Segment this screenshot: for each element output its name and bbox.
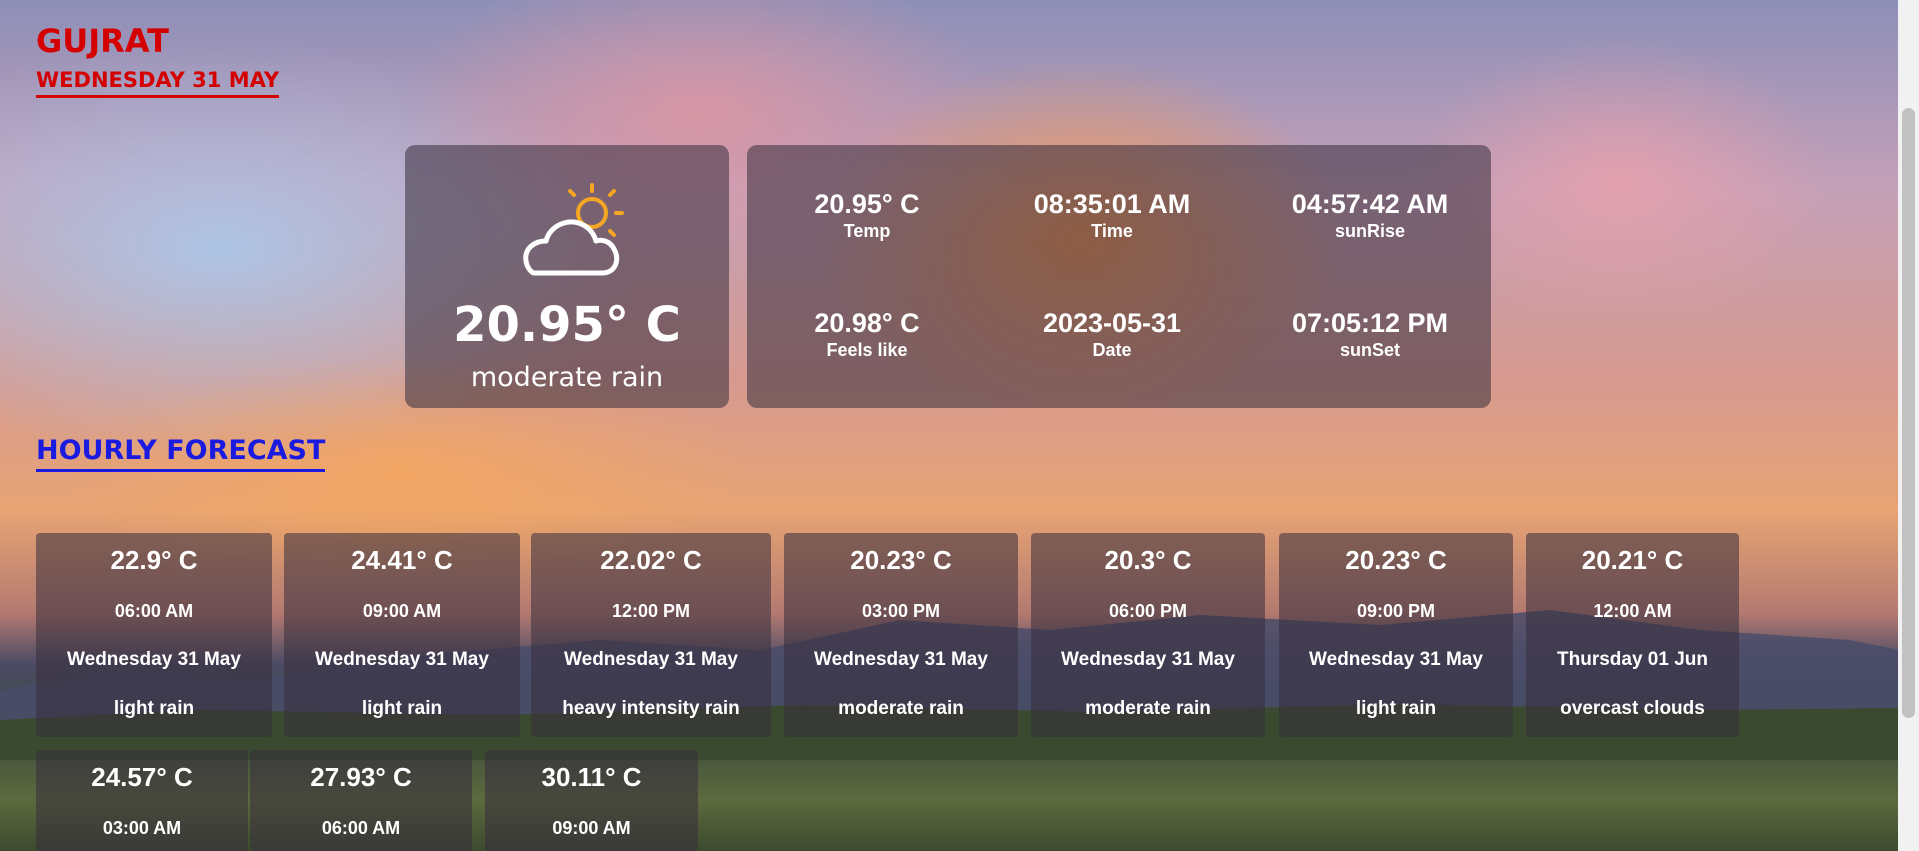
forecast-time: 09:00 AM [362,601,442,621]
detail-value: 2023-05-31 [1042,308,1182,338]
forecast-temp: 20.3° C [1104,545,1192,575]
forecast-description: heavy intensity rain [562,698,740,719]
forecast-card: 24.57° C 03:00 AM [36,750,248,851]
forecast-temp: 22.9° C [110,545,198,575]
forecast-time: 12:00 PM [611,601,691,621]
detail-value: 20.95° C [814,189,920,219]
current-description: moderate rain [470,362,664,393]
forecast-date: Wednesday 31 May [1061,649,1235,670]
forecast-time: 12:00 AM [1593,601,1672,621]
forecast-description: overcast clouds [1560,698,1705,719]
detail-time: 08:35:01 AM Time [992,189,1232,242]
city-name: GUJRAT [36,22,169,60]
forecast-temp: 27.93° C [310,762,412,792]
current-weather-card: 20.95° C moderate rain [405,145,729,408]
detail-date: 2023-05-31 Date [992,308,1232,361]
forecast-time: 09:00 AM [552,818,631,838]
detail-value: 08:35:01 AM [1033,189,1191,219]
partly-cloudy-icon [523,183,624,276]
forecast-card: 20.3° C 06:00 PM Wednesday 31 May modera… [1031,533,1265,737]
detail-label: Time [1091,221,1133,241]
forecast-date: Wednesday 31 May [814,649,988,670]
forecast-time: 06:00 AM [114,601,194,621]
forecast-time: 06:00 PM [1108,601,1188,621]
forecast-card: 30.11° C 09:00 AM [485,750,698,851]
forecast-temp: 20.23° C [1345,545,1447,575]
forecast-date: Wednesday 31 May [315,649,489,670]
detail-value: 04:57:42 AM [1291,189,1449,219]
forecast-description: light rain [361,698,443,719]
forecast-temp: 20.21° C [1581,545,1684,575]
forecast-date: Wednesday 31 May [1309,649,1483,670]
detail-value: 20.98° C [814,308,920,338]
detail-value: 07:05:12 PM [1291,308,1449,338]
detail-sunrise: 04:57:42 AM sunRise [1250,189,1490,242]
scrollbar-thumb[interactable] [1902,108,1915,718]
current-temperature: 20.95° C [453,297,681,353]
forecast-time: 06:00 AM [321,818,401,838]
forecast-card: 20.23° C 03:00 PM Wednesday 31 May moder… [784,533,1018,737]
forecast-card: 20.23° C 09:00 PM Wednesday 31 May light… [1279,533,1513,737]
detail-label: sunRise [1334,221,1406,241]
forecast-temp: 30.11° C [541,762,642,792]
forecast-description: light rain [1355,698,1437,719]
forecast-card: 27.93° C 06:00 AM [250,750,472,851]
hourly-forecast-title: HOURLY FORECAST [36,435,326,472]
forecast-card: 22.9° C 06:00 AM Wednesday 31 May light … [36,533,272,737]
detail-label: Date [1092,340,1132,360]
forecast-time: 03:00 AM [102,818,182,838]
detail-label: Temp [843,221,891,241]
detail-sunset: 07:05:12 PM sunSet [1250,308,1490,361]
forecast-temp: 24.41° C [351,545,453,575]
forecast-temp: 22.02° C [600,545,702,575]
forecast-temp: 20.23° C [850,545,952,575]
forecast-card: 20.21° C 12:00 AM Thursday 01 Jun overca… [1526,533,1739,737]
forecast-date: Wednesday 31 May [564,649,738,670]
forecast-time: 09:00 PM [1356,601,1436,621]
forecast-date: Wednesday 31 May [67,649,241,670]
detail-feels-like: 20.98° C Feels like [747,308,987,361]
forecast-description: light rain [113,698,195,719]
forecast-date: Thursday 01 Jun [1557,649,1708,670]
forecast-description: moderate rain [1085,698,1211,719]
weather-details-panel: 20.95° C Temp 08:35:01 AM Time 04:57:42 … [747,145,1491,408]
detail-temp: 20.95° C Temp [747,189,987,242]
forecast-card: 22.02° C 12:00 PM Wednesday 31 May heavy… [531,533,771,737]
current-date: WEDNESDAY 31 MAY [36,68,280,98]
forecast-description: moderate rain [838,698,964,719]
detail-label: Feels like [826,340,908,360]
detail-label: sunSet [1339,340,1400,360]
forecast-time: 03:00 PM [861,601,941,621]
page-scrollbar[interactable] [1898,0,1919,851]
forecast-temp: 24.57° C [91,762,193,792]
forecast-card: 24.41° C 09:00 AM Wednesday 31 May light… [284,533,520,737]
